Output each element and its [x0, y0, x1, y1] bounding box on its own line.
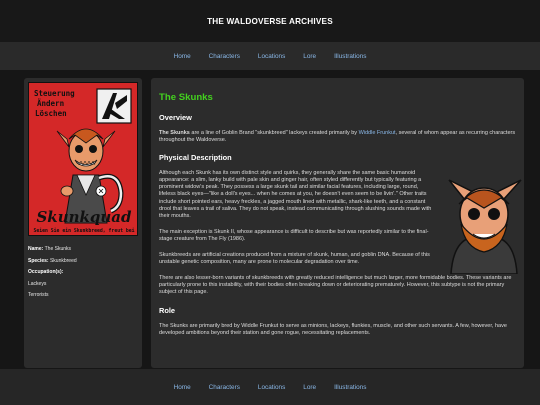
nav-lore-link[interactable]: Lore — [303, 53, 316, 60]
occupation-label: Occupation(s): — [28, 269, 64, 275]
name-label: Name: — [28, 246, 44, 252]
footer-illustrations-link[interactable]: Illustrations — [334, 384, 366, 391]
poster-bottom-text: Seien Sie ein Skunkbreed, freut bei — [33, 228, 134, 234]
nav-characters-link[interactable]: Characters — [209, 53, 240, 60]
infobox-sidebar: Steuerung Ändern Löschen Skunkquad Seien… — [24, 78, 142, 368]
poster-illustration: Steuerung Ändern Löschen Skunkquad Seien… — [29, 83, 137, 235]
infobox-species-row: Species: Skunkbreed — [28, 256, 138, 268]
content-area: Steuerung Ändern Löschen Skunkquad Seien… — [24, 78, 524, 368]
physical-paragraph-2: The main exception is Skunk II, whose ap… — [159, 228, 429, 242]
infobox-name-row: Name: The Skunks — [28, 244, 138, 256]
article-main: The Skunks Overview The Skunks are a lin… — [151, 78, 524, 368]
overview-paragraph: The Skunks are a line of Goblin Brand "s… — [159, 130, 516, 144]
role-paragraph: The Skunks are primarily bred by Widdle … — [159, 322, 507, 336]
occupation-item: Terrorists — [28, 292, 49, 298]
infobox-details: Name: The Skunks Species: Skunkbreed Occ… — [28, 244, 138, 302]
occupation-item: Lackeys — [28, 280, 47, 287]
skunk-insignia-icon — [96, 88, 132, 124]
nav-locations-link[interactable]: Locations — [258, 53, 285, 60]
footer-lore-link[interactable]: Lore — [303, 384, 316, 391]
footer-home-link[interactable]: Home — [174, 384, 191, 391]
footer-locations-link[interactable]: Locations — [258, 384, 285, 391]
species-value: Skunkbreed — [49, 257, 77, 264]
overview-text-before-link: are a line of Goblin Brand "skunkbreed" … — [189, 130, 359, 136]
nav-home-link[interactable]: Home — [174, 53, 191, 60]
species-label: Species: — [28, 257, 49, 264]
propaganda-poster-image: Steuerung Ändern Löschen Skunkquad Seien… — [28, 82, 138, 236]
skunk-portrait-image — [448, 179, 522, 274]
poster-header-line-2: Ändern — [37, 99, 64, 108]
infobox-occupation-row: Occupation(s): — [28, 267, 138, 279]
physical-paragraph-4: There are also lesser-born variants of s… — [159, 275, 512, 296]
poster-banner-text: Skunkquad — [36, 208, 132, 226]
name-value: The Skunks — [44, 246, 72, 252]
widdle-frunkut-link[interactable]: Widdle Frunkut — [359, 130, 396, 136]
poster-header-line-1: Steuerung — [34, 89, 75, 98]
overview-lead: The Skunks — [159, 130, 190, 136]
poster-header-line-3: Löschen — [35, 109, 67, 118]
site-header: THE WALDOVERSE ARCHIVES — [0, 0, 540, 42]
top-nav: Home Characters Locations Lore Illustrat… — [0, 42, 540, 70]
page-title: The Skunks — [159, 92, 213, 103]
physical-paragraph-1: Although each Skunk has its own distinct… — [159, 170, 432, 219]
role-heading: Role — [159, 305, 176, 315]
nav-illustrations-link[interactable]: Illustrations — [334, 53, 366, 60]
physical-paragraph-3: Skunkbreeds are artificial creations pro… — [159, 252, 430, 266]
overview-heading: Overview — [159, 113, 192, 122]
footer-characters-link[interactable]: Characters — [209, 384, 240, 391]
site-title: THE WALDOVERSE ARCHIVES — [207, 16, 333, 26]
physical-description-heading: Physical Description — [159, 153, 232, 163]
footer-nav: Home Characters Locations Lore Illustrat… — [0, 369, 540, 405]
